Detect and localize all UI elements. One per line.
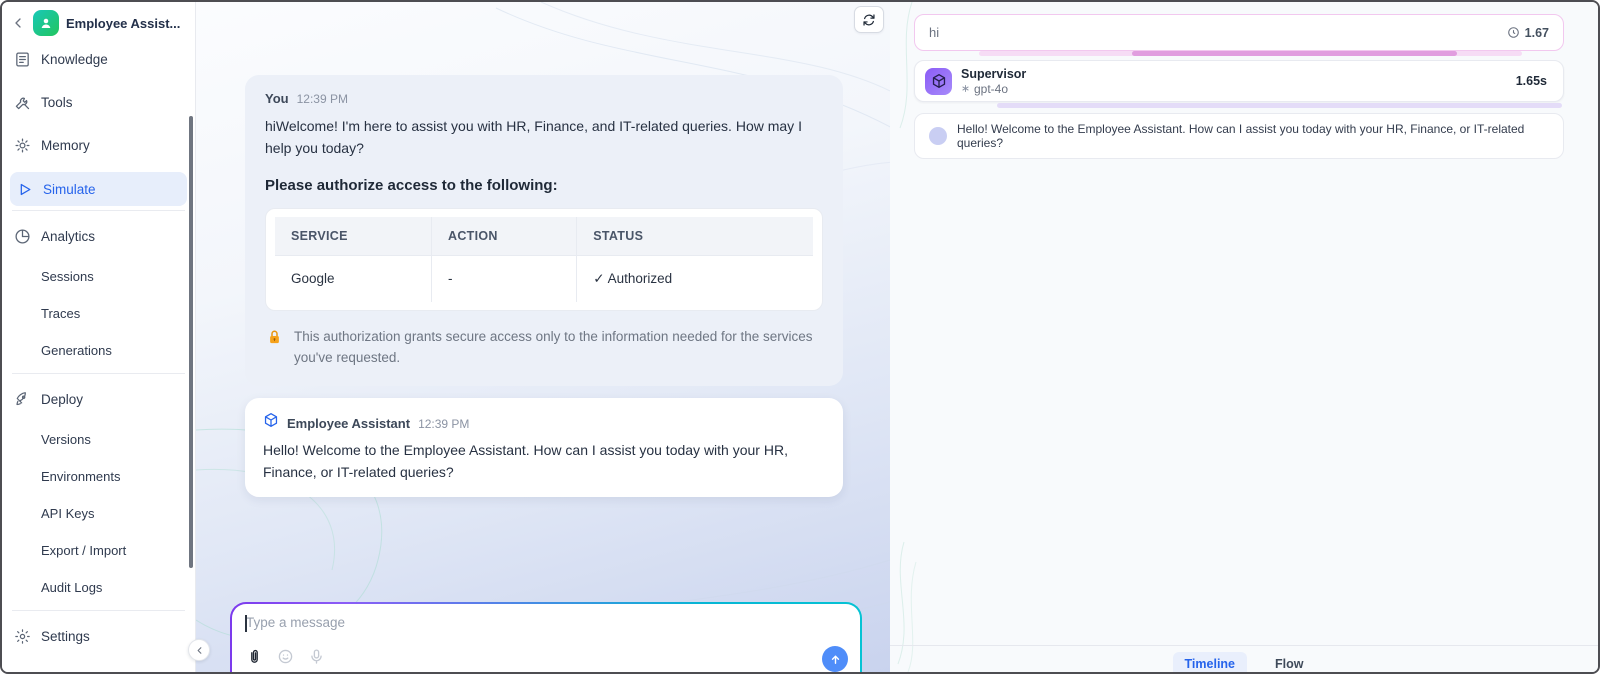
authorization-note: This authorization grants secure access …: [265, 327, 823, 368]
message-time: 12:39 PM: [296, 92, 348, 106]
pie-chart-icon: [15, 229, 30, 244]
app-avatar-icon: [33, 10, 59, 36]
message-text: Hello! Welcome to the Employee Assistant…: [263, 441, 788, 480]
openai-icon: [962, 85, 969, 92]
sidebar-divider: [12, 210, 185, 211]
sidebar-item-traces[interactable]: Traces: [2, 295, 195, 332]
sidebar-item-simulate[interactable]: Simulate: [10, 172, 187, 206]
paperclip-icon[interactable]: [246, 648, 263, 665]
document-icon: [16, 52, 29, 67]
sidebar-divider: [12, 610, 185, 611]
cell-service: Google: [275, 256, 432, 303]
trace-footer: Timeline Flow: [890, 645, 1598, 672]
sidebar-item-knowledge[interactable]: Knowledge: [2, 38, 195, 81]
sidebar-item-environments[interactable]: Environments: [2, 458, 195, 495]
sidebar: Employee Assist... Knowledge Tools Memor…: [2, 2, 196, 672]
user-message-bubble: You 12:39 PM hiWelcome! I'm here to assi…: [245, 75, 843, 386]
chat-panel: You 12:39 PM hiWelcome! I'm here to assi…: [196, 2, 890, 672]
agent-name: Supervisor: [961, 66, 1027, 81]
background-waves: [897, 2, 917, 672]
timeline-bar-segment: [1132, 51, 1457, 56]
sidebar-item-api-keys[interactable]: API Keys: [2, 495, 195, 532]
sidebar-scrollbar[interactable]: [189, 116, 193, 568]
cell-status: ✓ Authorized: [576, 256, 813, 303]
message-sender: Employee Assistant: [287, 415, 411, 431]
message-text: hiWelcome! I'm here to assist you with H…: [265, 118, 802, 156]
table-header-row: SERVICE ACTION STATUS: [275, 217, 813, 256]
trace-agent-row[interactable]: Supervisor gpt-4o 1.65s: [914, 60, 1564, 102]
message-composer: [230, 602, 862, 672]
sidebar-item-audit-logs[interactable]: Audit Logs: [2, 569, 195, 606]
tools-icon: [15, 97, 30, 110]
assistant-message-card: Employee Assistant 12:39 PM Hello! Welco…: [245, 397, 843, 498]
refresh-icon: [863, 13, 875, 26]
sidebar-item-export-import[interactable]: Export / Import: [2, 532, 195, 569]
tab-timeline[interactable]: Timeline: [1172, 652, 1247, 672]
column-header-status: STATUS: [576, 217, 813, 256]
sidebar-item-settings[interactable]: Settings: [2, 615, 195, 658]
agent-model-label: gpt-4o: [974, 81, 1009, 96]
lock-icon: [270, 330, 279, 344]
sidebar-collapse-button[interactable]: [188, 639, 210, 661]
mic-icon[interactable]: [308, 648, 325, 665]
cell-action: -: [431, 256, 577, 303]
arrow-up-icon: [831, 655, 839, 664]
clock-icon: [1507, 27, 1519, 38]
message-input[interactable]: [246, 615, 816, 630]
sidebar-item-generations[interactable]: Generations: [2, 332, 195, 369]
sidebar-header: Employee Assist...: [2, 2, 195, 38]
sidebar-item-versions[interactable]: Versions: [2, 421, 195, 458]
sidebar-divider: [12, 373, 185, 374]
message-sender: You: [265, 91, 289, 106]
cube-icon: [264, 412, 278, 427]
sidebar-item-memory[interactable]: Memory: [2, 124, 195, 167]
app-title: Employee Assist...: [66, 15, 181, 31]
memory-icon: [15, 138, 30, 153]
timeline-bar: [997, 103, 1562, 108]
chevron-left-icon: [197, 646, 201, 654]
text-caret: [245, 615, 247, 632]
trace-panel: hi 1.67 Supervisor gpt-4o 1.65s Hello! W…: [890, 2, 1598, 672]
play-icon: [20, 183, 31, 195]
query-duration: 1.67: [1524, 25, 1549, 40]
authorization-heading: Please authorize access to the following…: [265, 177, 558, 195]
rocket-icon: [16, 392, 26, 406]
response-avatar: [929, 127, 947, 145]
column-header-service: SERVICE: [275, 217, 432, 256]
note-text: This authorization grants secure access …: [294, 329, 813, 365]
sidebar-item-sessions[interactable]: Sessions: [2, 258, 195, 295]
trace-query-row[interactable]: hi 1.67: [914, 14, 1564, 51]
app-window: Employee Assist... Knowledge Tools Memor…: [0, 0, 1600, 674]
sidebar-item-analytics[interactable]: Analytics: [2, 215, 195, 258]
agent-duration: 1.65s: [1515, 74, 1547, 88]
gear-icon: [15, 629, 30, 644]
chat-thread: You 12:39 PM hiWelcome! I'm here to assi…: [245, 75, 843, 498]
back-icon[interactable]: [10, 15, 26, 31]
message-time: 12:39 PM: [418, 416, 470, 431]
agent-cube-icon: [925, 67, 952, 95]
sidebar-item-deploy[interactable]: Deploy: [2, 378, 195, 421]
response-text: Hello! Welcome to the Employee Assistant…: [957, 122, 1525, 150]
sidebar-item-tools[interactable]: Tools: [2, 81, 195, 124]
query-text: hi: [929, 25, 940, 40]
tab-flow[interactable]: Flow: [1263, 652, 1315, 672]
table-row: Google - ✓ Authorized: [275, 255, 813, 303]
column-header-action: ACTION: [431, 217, 577, 256]
trace-response-row[interactable]: Hello! Welcome to the Employee Assistant…: [914, 113, 1564, 159]
authorization-table: SERVICE ACTION STATUS Google - ✓ Authori…: [265, 208, 823, 312]
refresh-button[interactable]: [854, 6, 884, 33]
emoji-icon[interactable]: [277, 648, 294, 665]
send-button[interactable]: [822, 646, 848, 672]
